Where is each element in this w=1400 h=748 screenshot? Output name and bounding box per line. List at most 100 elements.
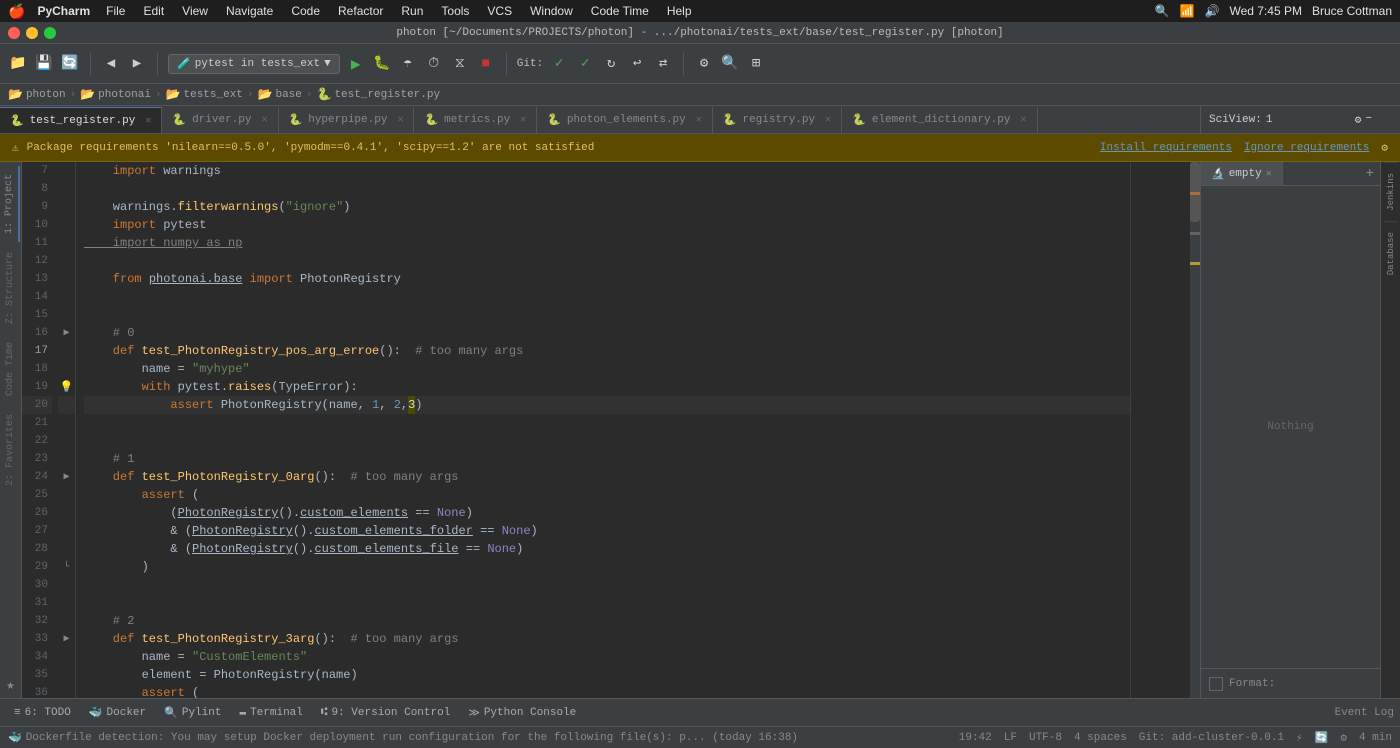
line-num-27: 27 [22, 522, 52, 540]
git-check2[interactable]: ✓ [575, 54, 595, 74]
sciview-add-tab[interactable]: + [1360, 162, 1380, 185]
close-icon[interactable]: ✕ [145, 115, 151, 127]
favorites-panel-tab[interactable]: 2: Favorites [2, 406, 19, 494]
todo-tab[interactable]: ≡ 6: TODO [6, 704, 79, 722]
python-console-tab[interactable]: ≫ Python Console [460, 703, 584, 723]
refresh-icon[interactable]: 🔄 [60, 54, 80, 74]
line-ending[interactable]: LF [1004, 732, 1017, 744]
menu-tools[interactable]: Tools [437, 4, 473, 18]
tab-photon-elements[interactable]: 🐍 photon_elements.py ✕ [537, 107, 713, 133]
search-icon[interactable]: 🔍 [720, 54, 740, 74]
menu-vcs[interactable]: VCS [483, 4, 516, 18]
volume-icon[interactable]: 🔊 [1205, 4, 1220, 18]
ignore-requirements-btn[interactable]: Ignore requirements [1244, 142, 1369, 154]
git-check1[interactable]: ✓ [549, 54, 569, 74]
code-content[interactable]: import warnings warnings.filterwarnings(… [76, 162, 1130, 698]
fold-arrow-33[interactable]: ▶ [58, 630, 75, 648]
maximize-button[interactable] [44, 27, 56, 39]
find-in-files-icon[interactable]: ⊞ [746, 54, 766, 74]
scrollbar-track[interactable] [1190, 162, 1200, 698]
menu-refactor[interactable]: Refactor [334, 4, 387, 18]
coverage-button[interactable]: ☂ [398, 54, 418, 74]
breadcrumb-file[interactable]: 🐍 test_register.py [317, 87, 441, 102]
structure-panel-tab[interactable]: Z: Structure [2, 244, 19, 332]
install-requirements-btn[interactable]: Install requirements [1100, 142, 1232, 154]
tab-registry[interactable]: 🐍 registry.py ✕ [713, 107, 842, 133]
editor-area[interactable]: 7 8 9 10 11 12 13 14 15 16 17 18 19 20 2… [22, 162, 1200, 698]
format-checkbox[interactable] [1209, 677, 1223, 691]
git-update[interactable]: ↻ [601, 54, 621, 74]
menu-window[interactable]: Window [526, 4, 577, 18]
menu-run[interactable]: Run [397, 4, 427, 18]
pytest-icon: 🧪 [177, 57, 191, 71]
fold-arrow-24[interactable]: ▶ [58, 468, 75, 486]
settings-icon[interactable]: ⚙ [1381, 141, 1388, 155]
pylint-tab[interactable]: 🔍 Pylint [156, 703, 229, 723]
close-icon2[interactable]: ✕ [261, 114, 267, 126]
menu-navigate[interactable]: Navigate [222, 4, 277, 18]
sync-icon[interactable]: 🔄 [1315, 731, 1329, 745]
menu-view[interactable]: View [178, 4, 212, 18]
indent-label[interactable]: 4 spaces [1074, 732, 1127, 744]
tab-element-dict[interactable]: 🐍 element_dictionary.py ✕ [842, 107, 1037, 133]
line-num-23: 23 [22, 450, 52, 468]
close-icon7[interactable]: ✕ [1020, 114, 1026, 126]
back-icon[interactable]: ◀ [101, 54, 121, 74]
project-panel-tab[interactable]: 1: Project [1, 166, 20, 242]
search-icon[interactable]: 🔍 [1155, 4, 1170, 18]
run-button[interactable]: ▶ [346, 54, 366, 74]
profile-button[interactable]: ⏱ [424, 54, 444, 74]
encoding[interactable]: UTF-8 [1029, 732, 1062, 744]
breadcrumb-item-tests: tests_ext [184, 89, 243, 101]
breadcrumb-photon[interactable]: 📂 photon [8, 87, 66, 102]
close-button[interactable] [8, 27, 20, 39]
event-log-btn[interactable]: Event Log [1335, 707, 1394, 719]
sciview-empty-tab[interactable]: 🔬 empty ✕ [1201, 162, 1283, 185]
git-revert[interactable]: ↩ [627, 54, 647, 74]
tab-metrics[interactable]: 🐍 metrics.py ✕ [414, 107, 537, 133]
menu-file[interactable]: File [102, 4, 129, 18]
breadcrumb-photonai[interactable]: 📂 photonai [80, 87, 151, 102]
bulb-icon-19[interactable]: 💡 [58, 378, 75, 396]
docker-tab[interactable]: 🐳 Docker [81, 703, 154, 723]
tab-hyperpipe[interactable]: 🐍 hyperpipe.py ✕ [279, 107, 415, 133]
git-merge[interactable]: ⇄ [653, 54, 673, 74]
close-icon5[interactable]: ✕ [696, 114, 702, 126]
open-file-icon[interactable]: 📁 [8, 54, 28, 74]
code-line-11: import numpy as np [84, 234, 1130, 252]
settings-icon[interactable]: ⚙ [694, 54, 714, 74]
breadcrumb-base[interactable]: 📂 base [258, 87, 302, 102]
sciview-close-icon[interactable]: ✕ [1266, 168, 1272, 180]
tab-test-register[interactable]: 🐍 test_register.py ✕ [0, 107, 162, 133]
terminal-tab[interactable]: ▬ Terminal [231, 704, 310, 722]
breadcrumb-tests-ext[interactable]: 📂 tests_ext [166, 87, 243, 102]
menu-help[interactable]: Help [663, 4, 696, 18]
fold-arrow-16[interactable]: ▶ [58, 324, 75, 342]
tab-driver[interactable]: 🐍 driver.py ✕ [162, 107, 278, 133]
menu-code[interactable]: Code [287, 4, 324, 18]
minimap[interactable] [1130, 162, 1200, 698]
debug-button[interactable]: 🐛 [372, 54, 392, 74]
run-config-selector[interactable]: 🧪 pytest in tests_ext ▼ [168, 54, 340, 74]
stop-button[interactable]: ■ [476, 54, 496, 74]
close-icon3[interactable]: ✕ [397, 114, 403, 126]
menu-edit[interactable]: Edit [139, 4, 168, 18]
database-tab[interactable]: Database [1384, 221, 1398, 285]
close-icon4[interactable]: ✕ [520, 114, 526, 126]
apple-menu[interactable]: 🍎 [8, 3, 25, 20]
star-icon[interactable]: ★ [2, 673, 18, 698]
sciview-minimize-icon[interactable]: − [1365, 113, 1372, 127]
line-num-13: 13 [22, 270, 52, 288]
codetime-panel-tab[interactable]: Code Time [2, 334, 19, 404]
version-control-tab[interactable]: ⑆ 9: Version Control [313, 704, 458, 722]
menu-codetime[interactable]: Code Time [587, 4, 653, 18]
concurrency-button[interactable]: ⧖ [450, 54, 470, 74]
minimize-button[interactable] [26, 27, 38, 39]
line-num-11: 11 [22, 234, 52, 252]
close-icon6[interactable]: ✕ [825, 114, 831, 126]
jenkins-tab[interactable]: Jenkins [1384, 162, 1398, 221]
forward-icon[interactable]: ▶ [127, 54, 147, 74]
sciview-settings-icon[interactable]: ⚙ [1355, 113, 1362, 127]
git-branch: Git: add-cluster-0.0.1 [1139, 732, 1284, 744]
save-icon[interactable]: 💾 [34, 54, 54, 74]
